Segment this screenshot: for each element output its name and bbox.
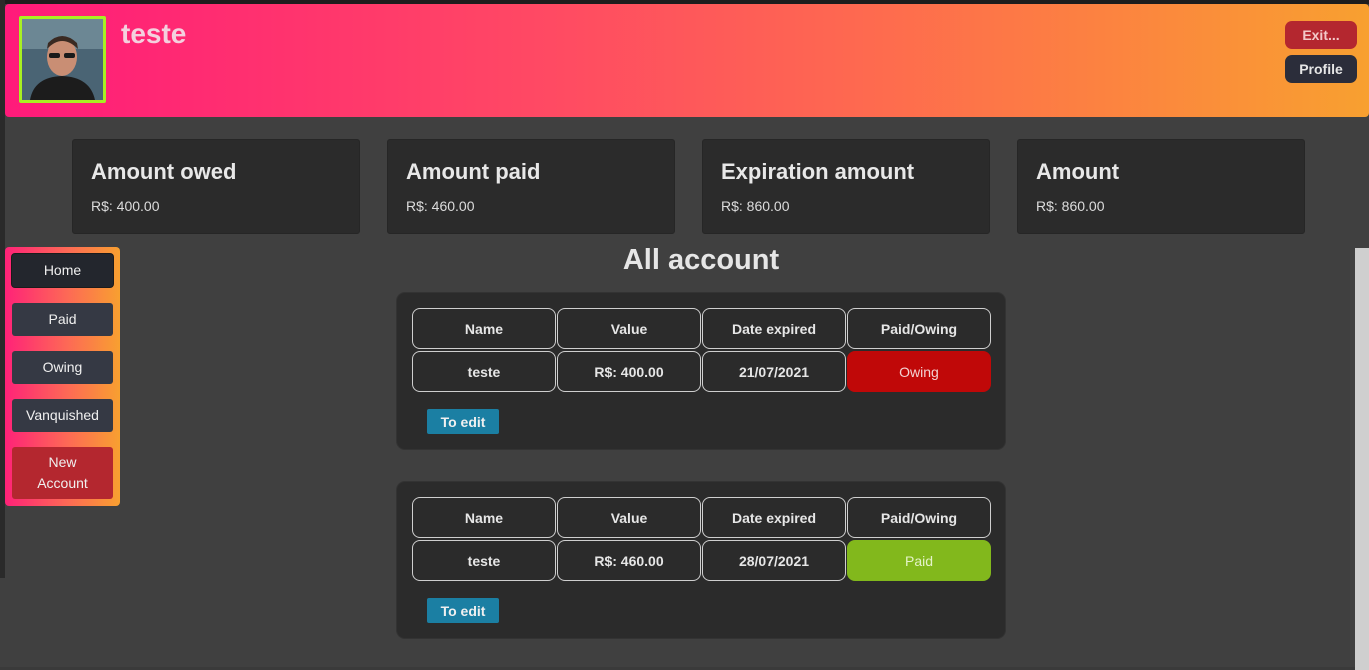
column-header-value: Value xyxy=(557,497,701,538)
avatar[interactable] xyxy=(19,16,106,103)
header-bar: teste Exit... Profile xyxy=(5,4,1369,117)
column-header-status: Paid/Owing xyxy=(847,497,991,538)
summary-card-expiration-amount: Expiration amount R$: 860.00 xyxy=(702,139,990,234)
column-header-value: Value xyxy=(557,308,701,349)
cell-value: R$: 460.00 xyxy=(557,540,701,581)
vertical-scrollbar[interactable] xyxy=(1355,248,1369,670)
status-badge-paid: Paid xyxy=(847,540,991,581)
cell-date: 28/07/2021 xyxy=(702,540,846,581)
edit-button[interactable]: To edit xyxy=(427,409,499,434)
sidebar-item-vanquished[interactable]: Vanquished xyxy=(12,399,113,432)
card-value: R$: 860.00 xyxy=(721,198,790,214)
sidebar-item-home[interactable]: Home xyxy=(12,254,113,287)
card-value: R$: 860.00 xyxy=(1036,198,1105,214)
cell-name: teste xyxy=(412,351,556,392)
summary-card-amount: Amount R$: 860.00 xyxy=(1017,139,1305,234)
status-badge-owing: Owing xyxy=(847,351,991,392)
card-value: R$: 400.00 xyxy=(91,198,160,214)
card-value: R$: 460.00 xyxy=(406,198,475,214)
sidebar-item-new-account[interactable]: New Account xyxy=(12,447,113,499)
column-header-name: Name xyxy=(412,308,556,349)
profile-button[interactable]: Profile xyxy=(1285,55,1357,83)
column-header-status: Paid/Owing xyxy=(847,308,991,349)
account-card: Name Value Date expired Paid/Owing teste… xyxy=(396,292,1006,450)
card-title: Amount xyxy=(1036,159,1120,184)
card-title: Amount paid xyxy=(406,159,541,184)
card-title: Amount owed xyxy=(91,159,237,184)
sidebar-item-owing[interactable]: Owing xyxy=(12,351,113,384)
page-title: All account xyxy=(622,244,780,276)
sidebar: Home Paid Owing Vanquished New Account xyxy=(5,247,120,506)
avatar-photo xyxy=(22,19,103,100)
edit-button[interactable]: To edit xyxy=(427,598,499,623)
sidebar-item-paid[interactable]: Paid xyxy=(12,303,113,336)
card-title: Expiration amount xyxy=(721,159,915,184)
column-header-date-expired: Date expired xyxy=(702,497,846,538)
cell-value: R$: 400.00 xyxy=(557,351,701,392)
exit-button[interactable]: Exit... xyxy=(1285,21,1357,49)
account-card: Name Value Date expired Paid/Owing teste… xyxy=(396,481,1006,639)
column-header-date-expired: Date expired xyxy=(702,308,846,349)
cell-date: 21/07/2021 xyxy=(702,351,846,392)
summary-card-amount-paid: Amount paid R$: 460.00 xyxy=(387,139,675,234)
summary-card-amount-owed: Amount owed R$: 400.00 xyxy=(72,139,360,234)
cell-name: teste xyxy=(412,540,556,581)
username: teste xyxy=(121,18,187,49)
column-header-name: Name xyxy=(412,497,556,538)
